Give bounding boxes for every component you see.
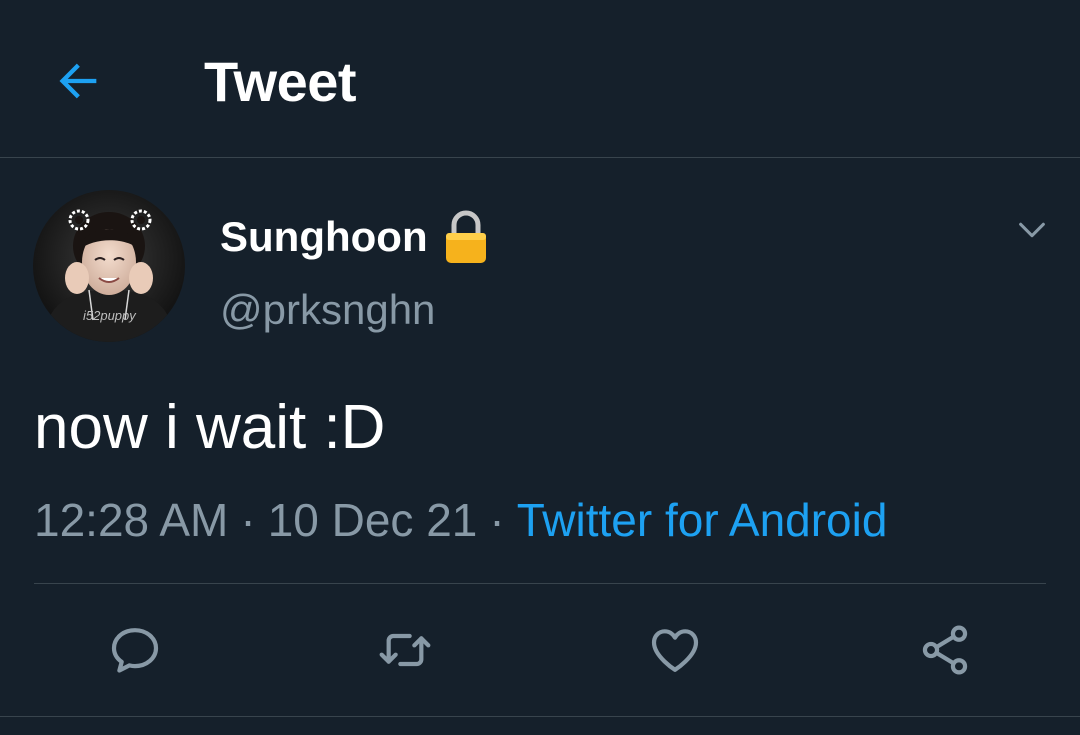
- share-icon: [922, 625, 968, 675]
- divider: [0, 716, 1080, 717]
- divider: [34, 583, 1046, 584]
- page-title: Tweet: [204, 50, 357, 113]
- avatar-watermark: i52puppy: [83, 308, 137, 323]
- like-button[interactable]: [643, 618, 707, 682]
- reply-button[interactable]: [103, 618, 167, 682]
- reply-icon: [111, 628, 159, 673]
- avatar[interactable]: i52puppy: [33, 190, 185, 342]
- tweet-date: 10 Dec 21: [267, 494, 478, 546]
- tweet-meta: 12:28 AM · 10 Dec 21 · Twitter for Andro…: [34, 490, 887, 550]
- app-header: Tweet: [0, 0, 1080, 158]
- author-handle[interactable]: @prksnghn: [220, 282, 435, 338]
- arrow-left-icon: [59, 63, 97, 99]
- chevron-down-icon: [1019, 222, 1045, 238]
- tweet-time: 12:28 AM: [34, 494, 229, 546]
- tweet-text: now i wait :D: [34, 393, 386, 462]
- back-button[interactable]: [50, 52, 108, 110]
- tweet-detail-screen: Tweet i52puppy Sunghoon @prksnghn now i …: [0, 0, 1080, 735]
- author-name-row[interactable]: Sunghoon: [220, 207, 488, 267]
- retweet-button[interactable]: [373, 618, 437, 682]
- tweet-source-link[interactable]: Twitter for Android: [517, 490, 888, 550]
- retweet-icon: [379, 633, 431, 667]
- share-button[interactable]: [913, 618, 977, 682]
- meta-separator: ·: [489, 494, 505, 546]
- display-name: Sunghoon: [220, 213, 428, 260]
- more-options-button[interactable]: [1008, 206, 1056, 254]
- heart-icon: [651, 629, 699, 672]
- lock-icon: [444, 209, 488, 265]
- meta-separator: ·: [240, 494, 256, 546]
